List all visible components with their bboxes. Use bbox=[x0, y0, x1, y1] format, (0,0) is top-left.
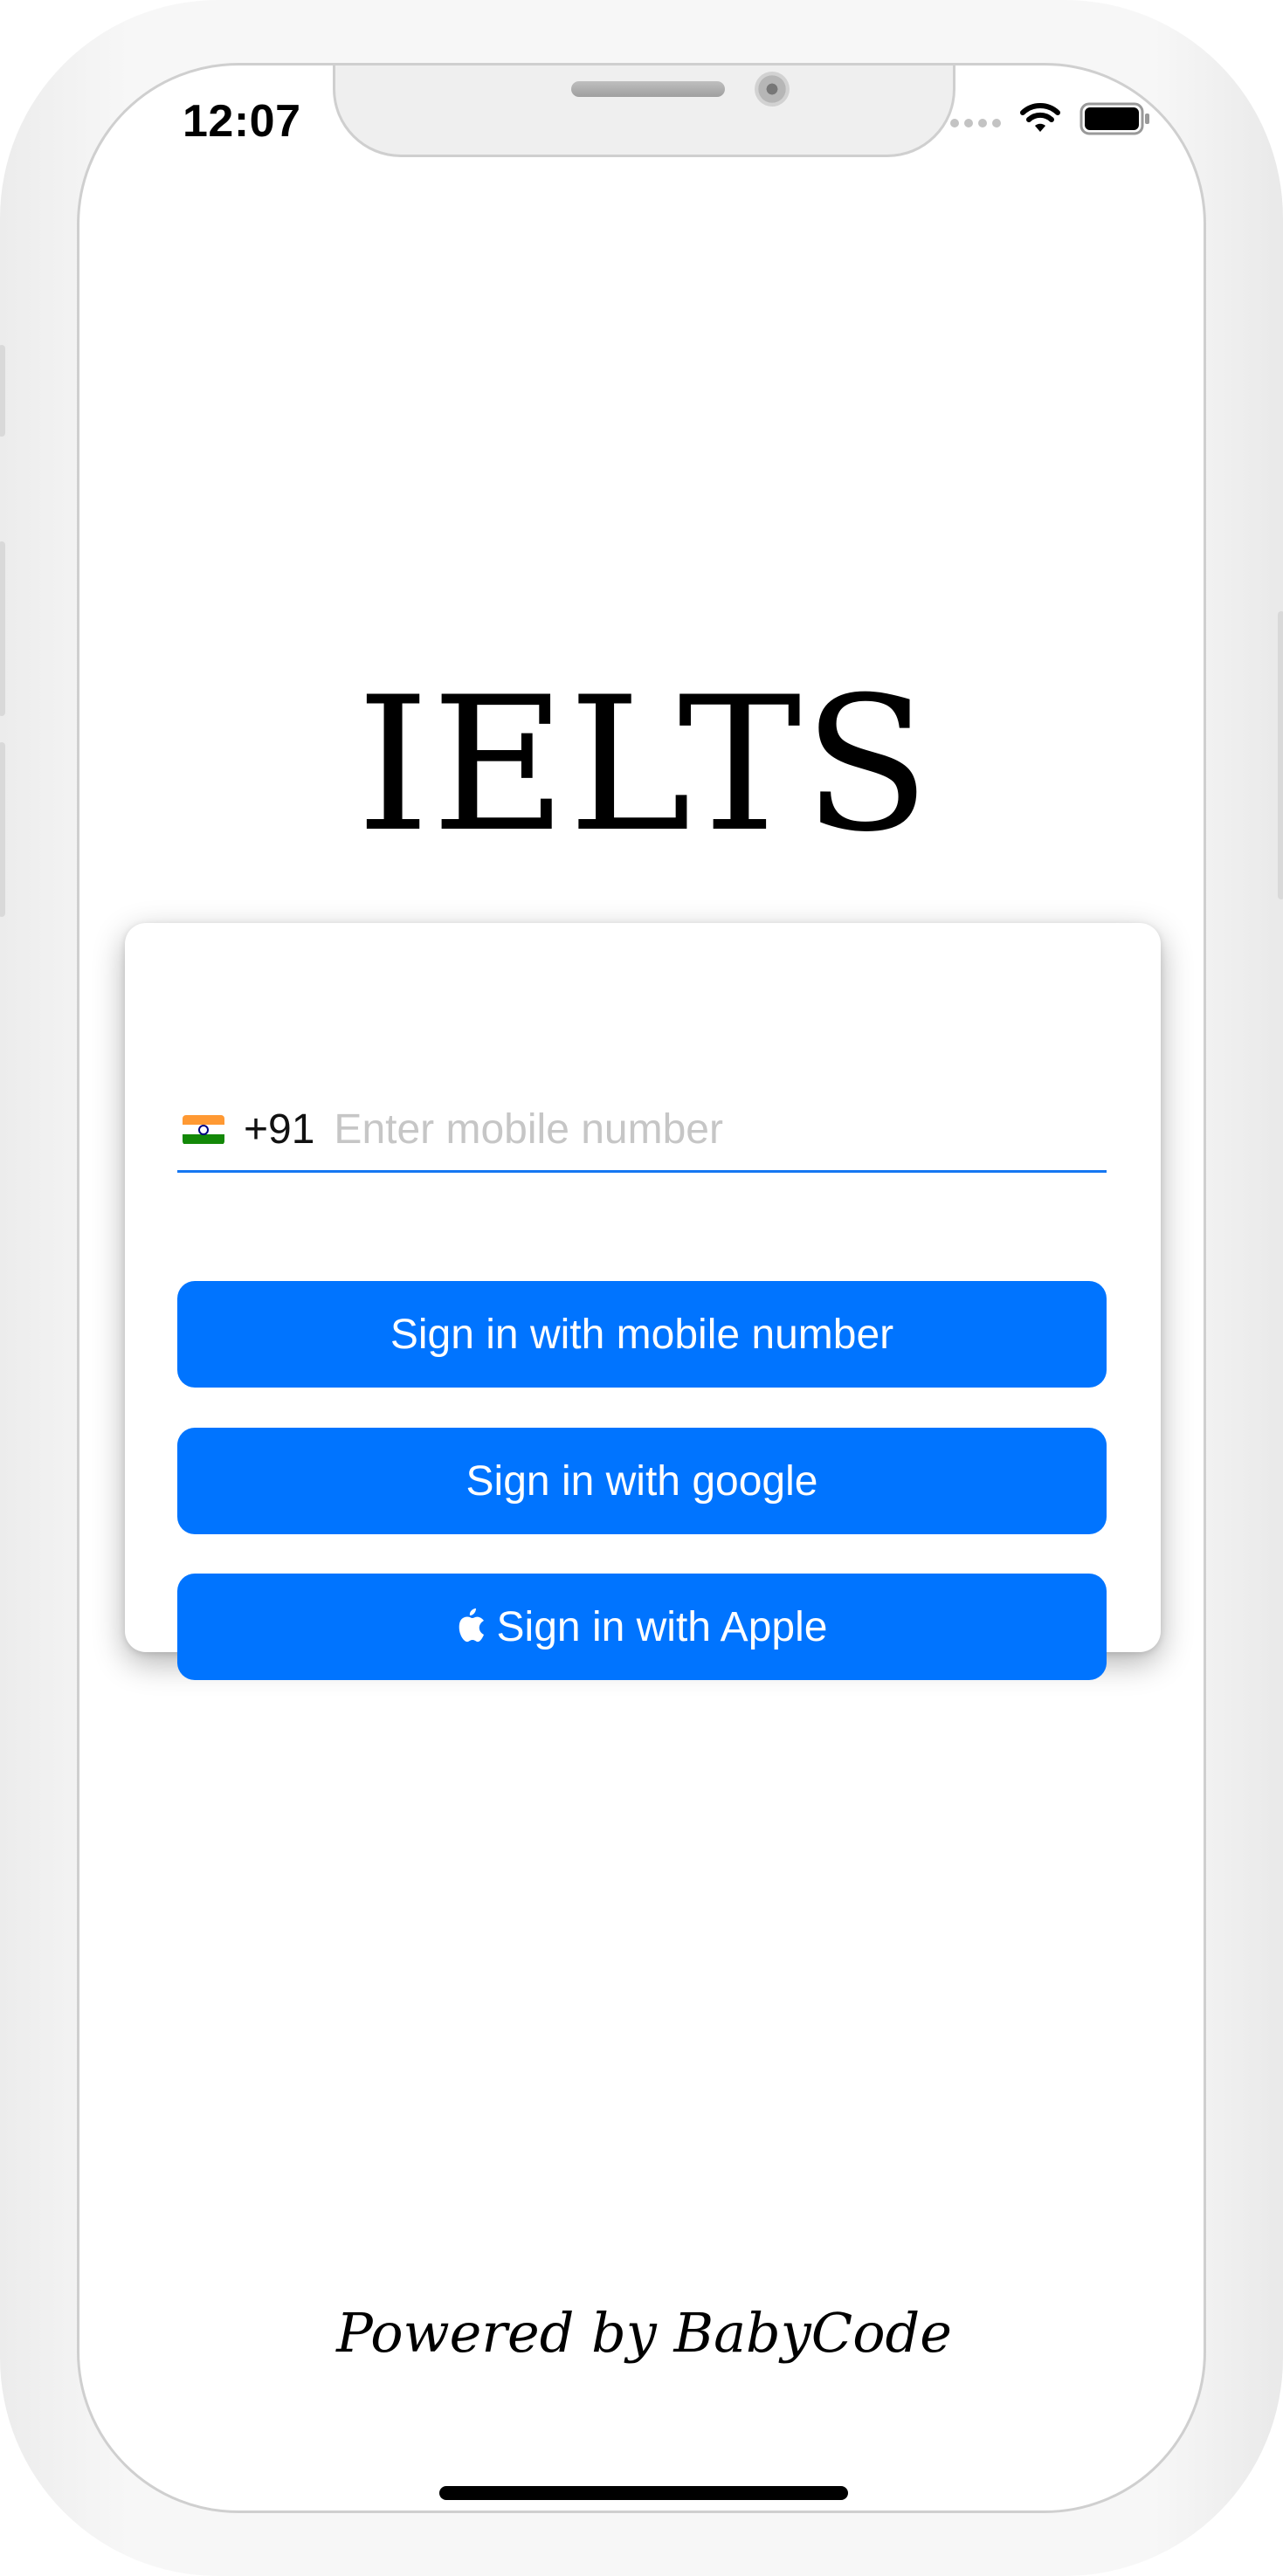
sign-in-apple-label: Sign in with Apple bbox=[496, 1603, 828, 1650]
power-button bbox=[1278, 611, 1283, 899]
signal-dots-icon bbox=[950, 110, 1001, 127]
device-notch bbox=[333, 65, 955, 157]
india-flag-icon[interactable] bbox=[183, 1114, 224, 1145]
volume-down-button bbox=[0, 742, 5, 917]
sign-in-apple-button[interactable]: Sign in with Apple bbox=[177, 1574, 1107, 1680]
status-icons bbox=[950, 102, 1151, 135]
mobile-number-input[interactable] bbox=[334, 1105, 1033, 1154]
front-camera bbox=[755, 72, 790, 107]
app-title: IELTS bbox=[356, 657, 932, 872]
apple-icon bbox=[459, 1608, 484, 1643]
sign-in-mobile-button[interactable]: Sign in with mobile number bbox=[177, 1281, 1107, 1388]
country-code[interactable]: +91 bbox=[244, 1105, 314, 1154]
home-indicator[interactable] bbox=[439, 2486, 848, 2500]
device-frame: 12:07 IELTS +91 Enter mobile number Sign… bbox=[0, 0, 1283, 2576]
sign-in-mobile-label: Sign in with mobile number bbox=[390, 1311, 894, 1358]
status-time: 12:07 bbox=[183, 96, 301, 147]
sign-in-google-button[interactable]: Sign in with google bbox=[177, 1428, 1107, 1534]
sign-in-google-label: Sign in with google bbox=[466, 1457, 818, 1505]
powered-by-credit: Powered by BabyCode bbox=[336, 2301, 952, 2365]
battery-icon bbox=[1080, 102, 1149, 135]
silent-switch bbox=[0, 345, 5, 437]
speaker-grille bbox=[571, 81, 725, 97]
login-card: +91 Sign in with mobile number Sign in w… bbox=[125, 923, 1161, 1680]
wifi-icon bbox=[1020, 103, 1060, 132]
mobile-number-field[interactable]: +91 bbox=[177, 1089, 1107, 1173]
volume-up-button bbox=[0, 541, 5, 716]
phone-screen: 12:07 IELTS +91 Enter mobile number Sign… bbox=[77, 63, 1206, 2513]
